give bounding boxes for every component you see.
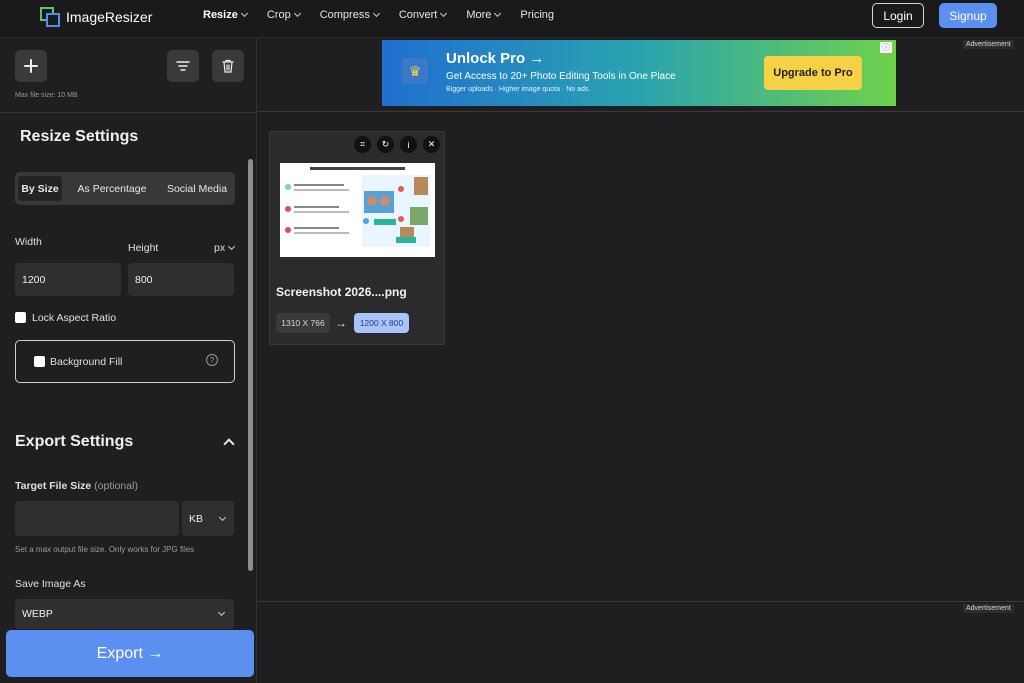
background-fill-box[interactable]: Background Fill ? [15,340,235,383]
filter-button[interactable] [167,50,199,82]
top-navbar: ImageResizer Resize Crop Compress Conver… [0,0,1024,38]
chevron-down-icon [372,9,380,18]
optional-note: (optional) [94,480,138,492]
format-value: WEBP [22,608,53,620]
arrow-right-icon: → [335,316,347,330]
card-toolbar: ⌗ ↻ i ✕ [354,136,440,153]
image-thumbnail [280,163,435,257]
tab-as-percentage[interactable]: As Percentage [72,176,152,201]
lock-aspect-label: Lock Aspect Ratio [32,312,117,324]
chevron-down-icon [217,608,226,617]
nav-more[interactable]: More [466,8,502,22]
info-icon[interactable]: i [400,136,417,153]
add-file-button[interactable] [15,50,47,82]
target-size-label: Target File Size (optional) [15,480,138,492]
signup-button[interactable]: Signup [939,3,997,28]
export-button[interactable]: Export → [6,630,254,677]
ad-title: Unlock Pro → [446,50,545,67]
trash-icon [222,59,234,73]
thumbnail-preview [280,163,435,257]
resize-mode-tabs: By Size As Percentage Social Media [15,172,235,205]
original-dimensions-badge: 1310 X 766 [276,313,330,333]
tab-by-size[interactable]: By Size [18,176,62,201]
target-size-input[interactable] [15,501,179,536]
ad-small-text: Bigger uploads · Higher image quota · No… [446,86,591,93]
app-name: ImageResizer [66,9,153,25]
width-input[interactable]: 1200 [15,263,121,296]
crop-icon[interactable]: ⌗ [354,136,371,153]
chevron-down-icon [218,513,227,521]
crown-icon: ♛ [402,58,428,84]
ad-banner[interactable]: ♛ Unlock Pro → Get Access to 20+ Photo E… [382,40,896,106]
ad-info-icon[interactable]: ⓘ [880,42,892,53]
format-select[interactable]: WEBP [15,599,234,629]
settings-sidebar: Max file size: 10 MB Resize Settings By … [0,38,257,683]
sidebar-scrollbar[interactable] [247,153,255,623]
divider [258,111,1024,112]
background-fill-checkbox[interactable] [34,356,45,367]
unit-select[interactable]: px [214,242,236,254]
close-icon[interactable]: ✕ [423,136,440,153]
background-fill-label: Background Fill [50,356,123,368]
app-logo[interactable]: ImageResizer [40,5,152,29]
width-label: Width [15,236,42,248]
size-unit-value: KB [189,512,204,525]
resize-settings-title: Resize Settings [20,128,139,145]
unit-value: px [214,242,226,254]
nav-convert[interactable]: Convert [399,8,448,22]
image-card[interactable]: ⌗ ↻ i ✕ Screenshot 2026....png 1310 X 76… [269,131,445,345]
nav-pricing[interactable]: Pricing [520,8,554,22]
chevron-down-icon [293,9,301,18]
max-file-size-note: Max file size: 10 MB [15,92,78,99]
plus-icon [24,59,38,73]
export-settings-title: Export Settings [15,433,134,450]
divider [258,601,1024,602]
collapse-chevron-icon[interactable] [223,438,235,450]
chevron-down-icon [228,242,236,251]
new-dimensions-badge: 1200 X 800 [354,313,409,333]
tab-social-media[interactable]: Social Media [161,176,233,201]
main-nav: Resize Crop Compress Convert More Pricin… [203,8,574,22]
chevron-down-icon [240,9,248,18]
height-input[interactable]: 800 [128,263,234,296]
advertisement-label-bottom: Advertisement [963,604,1014,613]
rotate-icon[interactable]: ↻ [377,136,394,153]
delete-all-button[interactable] [212,50,244,82]
nav-compress[interactable]: Compress [320,8,380,22]
filter-icon [176,61,190,71]
nav-resize[interactable]: Resize [203,8,248,22]
size-unit-select[interactable]: KB [182,501,234,536]
help-icon[interactable]: ? [206,354,218,366]
advertisement-label: Advertisement [963,40,1014,49]
chevron-down-icon [494,9,502,18]
scrollbar-thumb[interactable] [248,159,253,571]
file-name: Screenshot 2026....png [276,285,407,299]
logo-icon [40,7,60,27]
lock-aspect-checkbox[interactable] [15,312,26,323]
ad-subtitle: Get Access to 20+ Photo Editing Tools in… [446,71,676,82]
upgrade-button[interactable]: Upgrade to Pro [764,56,862,90]
height-label: Height [128,242,159,254]
chevron-down-icon [440,9,448,18]
save-as-label: Save Image As [15,578,86,590]
file-toolbar: Max file size: 10 MB [0,38,257,113]
nav-crop[interactable]: Crop [267,8,301,22]
login-button[interactable]: Login [872,3,924,28]
target-size-hint: Set a max output file size. Only works f… [15,545,195,554]
